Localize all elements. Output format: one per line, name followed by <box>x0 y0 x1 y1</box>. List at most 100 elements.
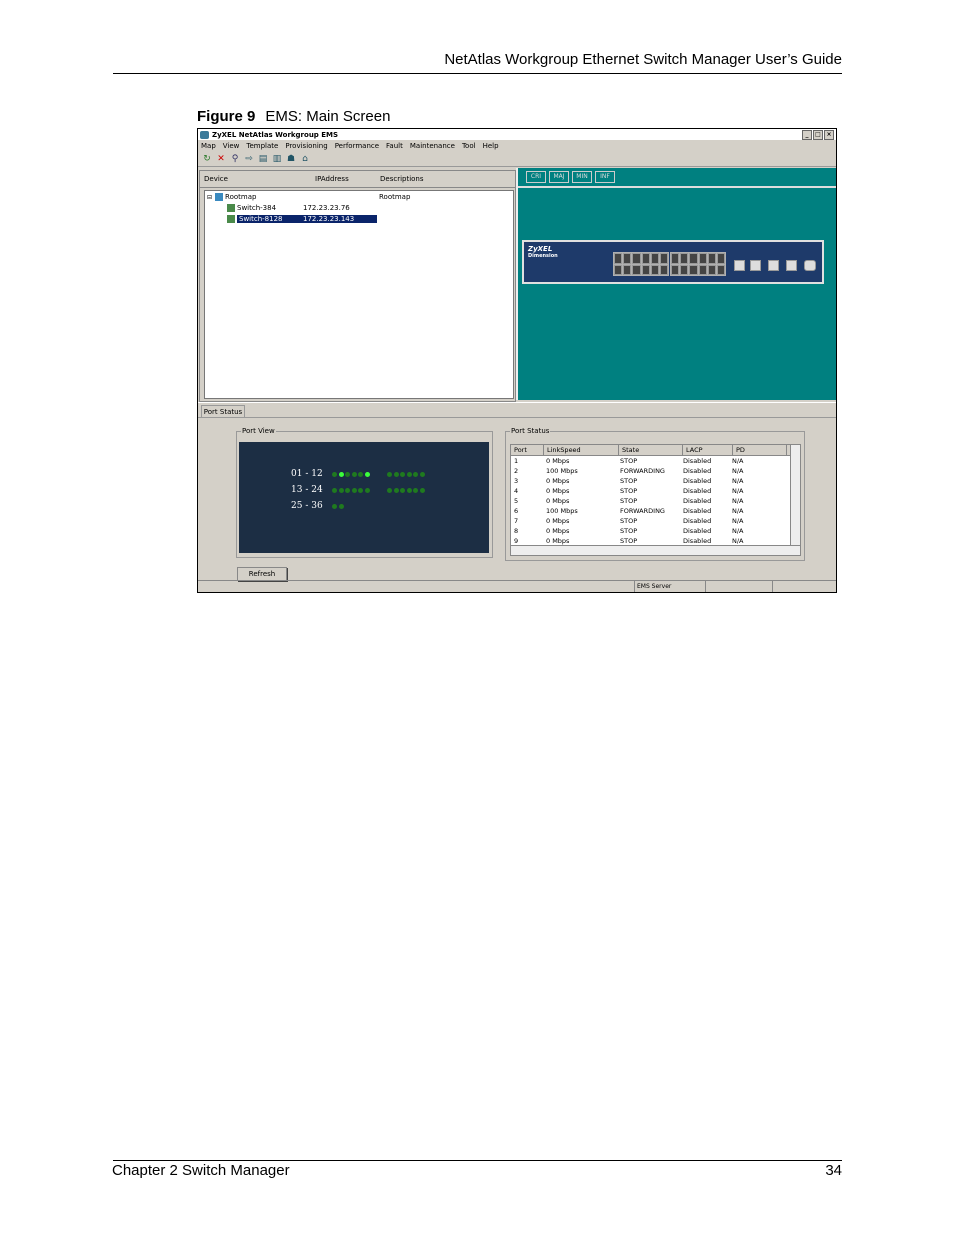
menu-maintenance[interactable]: Maintenance <box>410 142 455 150</box>
col-device[interactable]: Device <box>204 175 228 183</box>
sfp-slot-2[interactable] <box>786 260 797 271</box>
alarm-major-button[interactable]: MAJ <box>549 171 569 183</box>
port-led[interactable] <box>364 471 370 477</box>
delete-icon[interactable]: ✕ <box>215 153 227 164</box>
menu-fault[interactable]: Fault <box>386 142 403 150</box>
footer-rule <box>113 1160 842 1161</box>
port-led[interactable] <box>400 471 405 477</box>
port-led[interactable] <box>332 471 337 477</box>
menu-view[interactable]: View <box>223 142 240 150</box>
port-led[interactable] <box>387 471 392 477</box>
port-led[interactable] <box>338 487 344 493</box>
vertical-scrollbar[interactable] <box>790 445 800 545</box>
port-status-label: Port Status <box>510 427 551 435</box>
port-led[interactable] <box>413 471 418 477</box>
col-port[interactable]: Port <box>511 445 544 455</box>
table-row[interactable]: 3 0 Mbps STOP Disabled N/A <box>511 476 800 486</box>
port-led[interactable] <box>358 487 363 493</box>
port-led[interactable] <box>332 503 337 509</box>
port-row-01-12: 01 - 12 <box>291 469 426 479</box>
port-led[interactable] <box>364 487 370 493</box>
menu-map[interactable]: Map <box>201 142 216 150</box>
port-led[interactable] <box>338 503 344 509</box>
port-led[interactable] <box>400 487 405 493</box>
alarm-critical-button[interactable]: CRI <box>526 171 546 183</box>
horizontal-scrollbar[interactable] <box>511 545 800 555</box>
menu-help[interactable]: Help <box>483 142 499 150</box>
col-state[interactable]: State <box>619 445 683 455</box>
port-block-1[interactable] <box>613 252 669 276</box>
tree-node-switch-8128[interactable]: Switch-8128 172.23.23.143 <box>227 215 377 223</box>
col-ipaddress[interactable]: IPAddress <box>315 175 349 183</box>
table-row[interactable]: 6 100 Mbps FORWARDING Disabled N/A <box>511 506 800 516</box>
port-led[interactable] <box>387 487 392 493</box>
home-icon[interactable]: ⌂ <box>299 153 311 164</box>
port-led[interactable] <box>406 471 412 477</box>
port-led[interactable] <box>351 487 357 493</box>
port-led[interactable] <box>351 471 357 477</box>
collapse-icon[interactable]: ⊟ <box>207 194 212 201</box>
table-row[interactable]: 5 0 Mbps STOP Disabled N/A <box>511 496 800 506</box>
sfp-slot-1[interactable] <box>750 260 761 271</box>
port-led[interactable] <box>345 471 350 477</box>
menu-provisioning[interactable]: Provisioning <box>285 142 327 150</box>
table-row[interactable]: 8 0 Mbps STOP Disabled N/A <box>511 526 800 536</box>
table-row[interactable]: 4 0 Mbps STOP Disabled N/A <box>511 486 800 496</box>
status-text: EMS Server <box>635 581 706 592</box>
menu-template[interactable]: Template <box>246 142 278 150</box>
port-led[interactable] <box>358 471 363 477</box>
tree-node-rootmap[interactable]: ⊟ Rootmap Rootmap <box>207 193 410 201</box>
port-led[interactable] <box>393 487 399 493</box>
port-led[interactable] <box>413 487 418 493</box>
minimize-button[interactable]: _ <box>802 129 812 140</box>
port-view-label: Port View <box>241 427 276 435</box>
maximize-button[interactable]: □ <box>813 129 823 140</box>
table-cell: 0 Mbps <box>546 497 570 505</box>
console-port[interactable] <box>804 260 816 271</box>
figure-title: EMS: Main Screen <box>265 108 391 125</box>
table-cell: Disabled <box>683 507 712 515</box>
alarm-minor-button[interactable]: MIN <box>572 171 592 183</box>
port-led[interactable] <box>406 487 412 493</box>
menu-tool[interactable]: Tool <box>462 142 476 150</box>
report-icon[interactable]: ▥ <box>271 153 283 164</box>
selected-row: Switch-8128 172.23.23.143 <box>237 215 377 223</box>
col-pd[interactable]: PD <box>733 445 787 455</box>
user-icon[interactable]: ☗ <box>285 153 297 164</box>
alarm-info-button[interactable]: INF <box>595 171 615 183</box>
col-linkspeed[interactable]: LinkSpeed <box>544 445 619 455</box>
menu-performance[interactable]: Performance <box>335 142 379 150</box>
switch-front-panel[interactable]: ZyXEL Dimension <box>522 240 824 284</box>
table-row[interactable]: 7 0 Mbps STOP Disabled N/A <box>511 516 800 526</box>
port-block-2[interactable] <box>670 252 726 276</box>
refresh-icon[interactable]: ↻ <box>201 153 213 164</box>
gigabit-port-2[interactable] <box>768 260 779 271</box>
device-brand: ZyXEL <box>528 245 553 253</box>
search-icon[interactable]: ⚲ <box>229 153 241 164</box>
table-row[interactable]: 2 100 Mbps FORWARDING Disabled N/A <box>511 466 800 476</box>
app-icon <box>200 130 209 139</box>
table-cell: STOP <box>620 477 638 485</box>
gigabit-port-1[interactable] <box>734 260 745 271</box>
col-lacp[interactable]: LACP <box>683 445 733 455</box>
table-row[interactable]: 1 0 Mbps STOP Disabled N/A <box>511 456 800 466</box>
device-tree: ⊟ Rootmap Rootmap Switch-384 172.23.23.7… <box>204 190 514 399</box>
export-icon[interactable]: ⇨ <box>243 153 255 164</box>
port-led[interactable] <box>332 487 337 493</box>
refresh-button[interactable]: Refresh <box>237 567 287 581</box>
port-led[interactable] <box>338 471 344 477</box>
close-button[interactable]: × <box>824 129 834 140</box>
port-led[interactable] <box>419 471 425 477</box>
header-rule <box>113 73 842 74</box>
port-led[interactable] <box>345 487 350 493</box>
col-descriptions[interactable]: Descriptions <box>380 175 424 183</box>
port-status-panel: Port Status Port View 01 - 12 13 - 24 25… <box>198 402 836 581</box>
port-row-25-36: 25 - 36 <box>291 501 345 511</box>
table-cell: 0 Mbps <box>546 477 570 485</box>
port-led[interactable] <box>393 471 399 477</box>
template-icon[interactable]: ▤ <box>257 153 269 164</box>
alarm-toolbar: CRI MAJ MIN INF <box>518 168 836 188</box>
tree-node-switch-384[interactable]: Switch-384 172.23.23.76 <box>227 204 350 212</box>
table-cell: N/A <box>732 487 744 495</box>
port-led[interactable] <box>419 487 425 493</box>
